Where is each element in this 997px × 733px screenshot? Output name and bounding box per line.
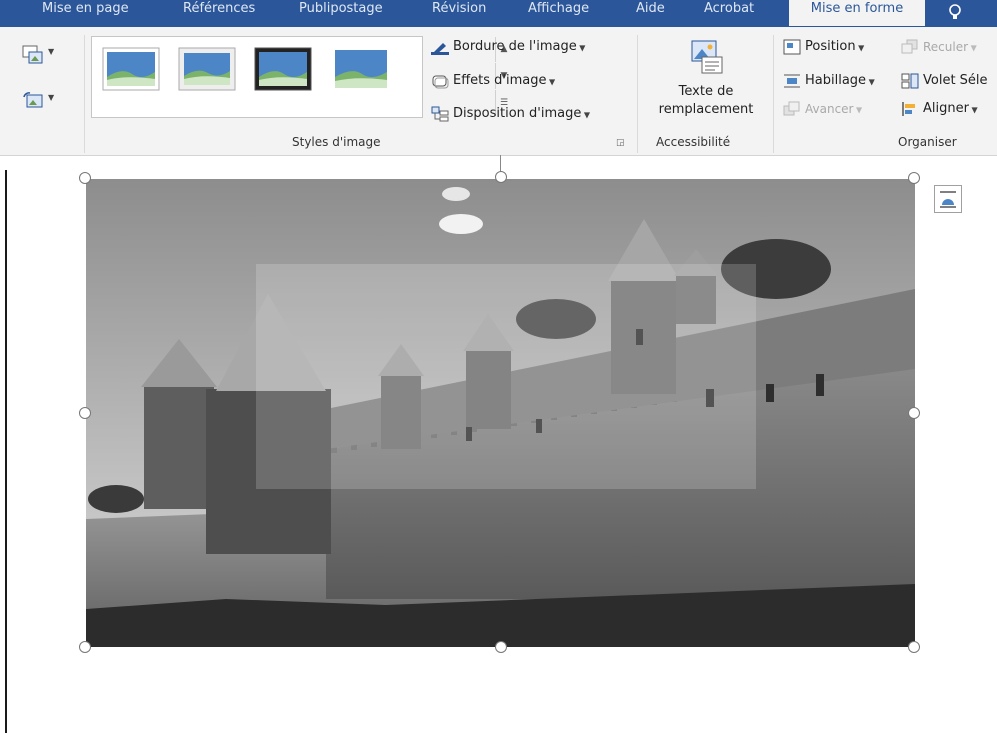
- picture-layout-button[interactable]: Disposition d'image ▼: [431, 104, 590, 124]
- group-label-picture-styles: Styles d'image: [292, 135, 381, 149]
- resize-handle-bottom-middle[interactable]: [495, 641, 507, 653]
- bring-forward-icon: [783, 101, 801, 117]
- ribbon: ▼ ▼ ▲ ▼ ☰ Bordure de l'image ▼ Effets d'…: [0, 27, 997, 156]
- tab-affichage[interactable]: Affichage: [528, 0, 589, 22]
- alt-text-button[interactable]: Texte de remplacement: [646, 35, 766, 133]
- resize-handle-middle-left[interactable]: [79, 407, 91, 419]
- rotation-handle[interactable]: [495, 171, 507, 183]
- picture-style-option-3[interactable]: [254, 47, 312, 91]
- dialog-launcher-icon[interactable]: ◲: [616, 138, 625, 148]
- tab-aide[interactable]: Aide: [636, 0, 665, 22]
- picture-effects-icon: [431, 73, 449, 89]
- ribbon-tab-bar: Mise en page Références Publipostage Rév…: [0, 0, 997, 27]
- picture-border-button[interactable]: Bordure de l'image ▼: [431, 37, 585, 57]
- picture-style-option-4[interactable]: [332, 47, 390, 91]
- castle-photo[interactable]: [86, 179, 915, 647]
- alt-text-label-line1: Texte de: [678, 84, 734, 99]
- selection-pane-button[interactable]: Volet Séle: [901, 71, 988, 91]
- resize-handle-top-right[interactable]: [908, 172, 920, 184]
- tab-acrobat[interactable]: Acrobat: [704, 0, 754, 22]
- picture-style-option-2[interactable]: [178, 47, 236, 91]
- resize-handle-bottom-right[interactable]: [908, 641, 920, 653]
- lightbulb-icon[interactable]: [945, 2, 965, 24]
- tab-revision[interactable]: Révision: [432, 0, 486, 22]
- picture-layout-icon: [431, 106, 449, 122]
- reset-picture-icon: [22, 92, 44, 115]
- position-icon: [783, 39, 801, 55]
- wrap-text-icon: [783, 73, 801, 89]
- layout-options-icon: [935, 191, 961, 216]
- alt-text-label-line2: remplacement: [658, 102, 754, 117]
- alt-text-icon: [686, 37, 726, 77]
- send-backward-button[interactable]: Reculer ▼: [901, 37, 977, 57]
- resize-handle-top-left[interactable]: [79, 172, 91, 184]
- resize-handle-middle-right[interactable]: [908, 407, 920, 419]
- compress-pictures-button[interactable]: ▼: [22, 45, 54, 69]
- page-margin-indicator: [5, 170, 7, 733]
- align-icon: [901, 101, 919, 117]
- resize-handle-bottom-left[interactable]: [79, 641, 91, 653]
- compress-pictures-icon: [22, 45, 44, 69]
- tab-mise-en-forme[interactable]: Mise en forme: [789, 0, 925, 26]
- wrap-text-button[interactable]: Habillage ▼: [783, 71, 875, 91]
- tab-mise-en-page[interactable]: Mise en page: [42, 0, 129, 22]
- position-button[interactable]: Position ▼: [783, 37, 864, 57]
- group-label-accessibility: Accessibilité: [656, 135, 731, 149]
- picture-border-icon: [431, 39, 449, 55]
- selection-pane-icon: [901, 73, 919, 89]
- bring-forward-button[interactable]: Avancer ▼: [783, 99, 862, 119]
- layout-options-button[interactable]: [934, 185, 962, 213]
- tab-references[interactable]: Références: [183, 0, 255, 22]
- picture-effects-button[interactable]: Effets d'image ▼: [431, 71, 555, 91]
- send-backward-icon: [901, 39, 919, 55]
- reset-picture-button[interactable]: ▼: [22, 91, 54, 115]
- picture-styles-gallery[interactable]: ▲ ▼ ☰: [91, 36, 508, 118]
- align-button[interactable]: Aligner ▼: [901, 99, 978, 119]
- group-label-arrange: Organiser: [898, 135, 957, 149]
- picture-style-option-1[interactable]: [102, 47, 160, 91]
- tab-publipostage[interactable]: Publipostage: [299, 0, 383, 22]
